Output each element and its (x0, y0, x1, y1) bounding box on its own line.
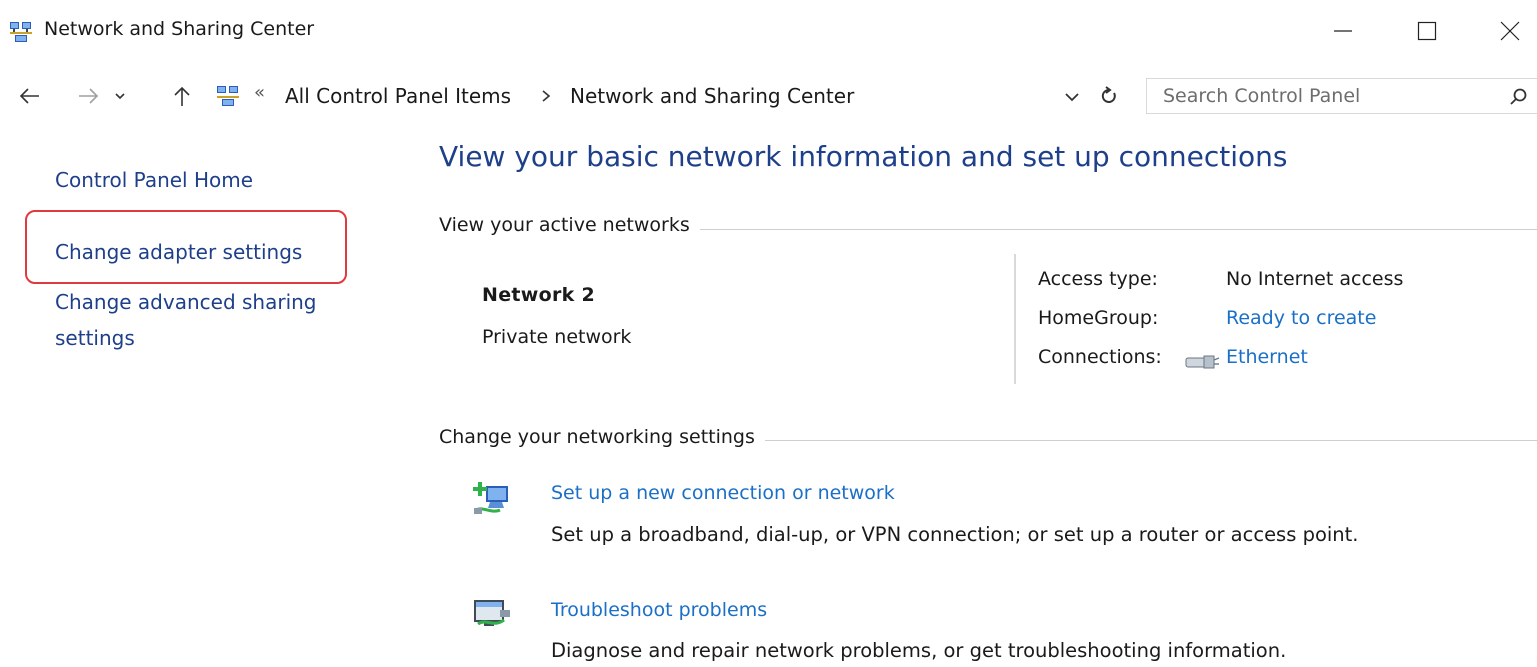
maximize-icon (1417, 21, 1437, 41)
address-dropdown-button[interactable] (1064, 88, 1080, 107)
connections-label: Connections: (1038, 346, 1162, 368)
active-networks-heading: View your active networks (439, 214, 700, 236)
minimize-icon (1334, 30, 1352, 32)
access-type-value: No Internet access (1226, 268, 1404, 290)
ethernet-icon (1185, 355, 1220, 369)
network-name: Network 2 (482, 284, 596, 306)
ethernet-connection-link[interactable]: Ethernet (1226, 346, 1308, 368)
arrow-right-icon (79, 88, 99, 104)
up-button[interactable] (166, 80, 198, 112)
troubleshoot-link[interactable]: Troubleshoot problems (551, 599, 767, 621)
chevron-down-icon (115, 93, 125, 100)
sidebar-item-change-adapter-settings[interactable]: Change adapter settings (55, 234, 302, 270)
troubleshoot-icon (474, 600, 510, 626)
arrow-up-icon (174, 86, 190, 106)
search-placeholder: Search Control Panel (1163, 85, 1361, 107)
window: Network and Sharing Center « All Control… (0, 0, 1537, 667)
access-type-label: Access type: (1038, 268, 1158, 290)
minimize-button[interactable] (1313, 8, 1373, 54)
network-category: Private network (482, 326, 632, 348)
close-button[interactable] (1480, 8, 1537, 54)
breadcrumb-separator-icon[interactable] (540, 88, 552, 107)
setup-connection-link[interactable]: Set up a new connection or network (551, 482, 895, 504)
task-pane: Control Panel Home Change adapter settin… (0, 140, 400, 660)
network-sharing-icon (217, 86, 239, 106)
troubleshoot-description: Diagnose and repair network problems, or… (551, 639, 1287, 662)
refresh-icon (1101, 86, 1116, 103)
page-title: View your basic network information and … (439, 140, 1288, 173)
breadcrumb-all-control-panel-items[interactable]: All Control Panel Items (285, 84, 511, 108)
vertical-divider (1014, 254, 1016, 384)
search-icon[interactable] (1509, 87, 1529, 111)
sidebar-item-control-panel-home[interactable]: Control Panel Home (55, 162, 253, 198)
setup-connection-description: Set up a broadband, dial-up, or VPN conn… (551, 523, 1359, 546)
homegroup-link[interactable]: Ready to create (1226, 307, 1376, 329)
sidebar-item-change-advanced-sharing-settings[interactable]: Change advanced sharing settings (55, 284, 355, 356)
search-input[interactable]: Search Control Panel (1146, 78, 1537, 114)
recent-locations-button[interactable] (108, 80, 132, 112)
network-sharing-icon (10, 22, 32, 42)
arrow-left-icon (19, 88, 39, 104)
refresh-button[interactable] (1098, 84, 1120, 112)
navigation-bar: « All Control Panel Items Network and Sh… (0, 72, 1537, 120)
maximize-button[interactable] (1397, 8, 1457, 54)
networking-settings-heading: Change your networking settings (439, 426, 765, 448)
forward-button[interactable] (72, 80, 104, 112)
title-bar: Network and Sharing Center (0, 0, 1537, 62)
address-bar[interactable]: « All Control Panel Items Network and Sh… (210, 78, 1132, 114)
close-icon (1500, 21, 1520, 41)
window-title: Network and Sharing Center (44, 18, 315, 40)
chevron-down-icon (1065, 93, 1079, 102)
back-button[interactable] (14, 80, 46, 112)
breadcrumb-network-and-sharing-center[interactable]: Network and Sharing Center (570, 84, 854, 108)
breadcrumb-overflow[interactable]: « (254, 82, 265, 103)
new-connection-icon (473, 482, 508, 514)
main-content: View your basic network information and … (400, 140, 1537, 667)
homegroup-label: HomeGroup: (1038, 307, 1159, 329)
